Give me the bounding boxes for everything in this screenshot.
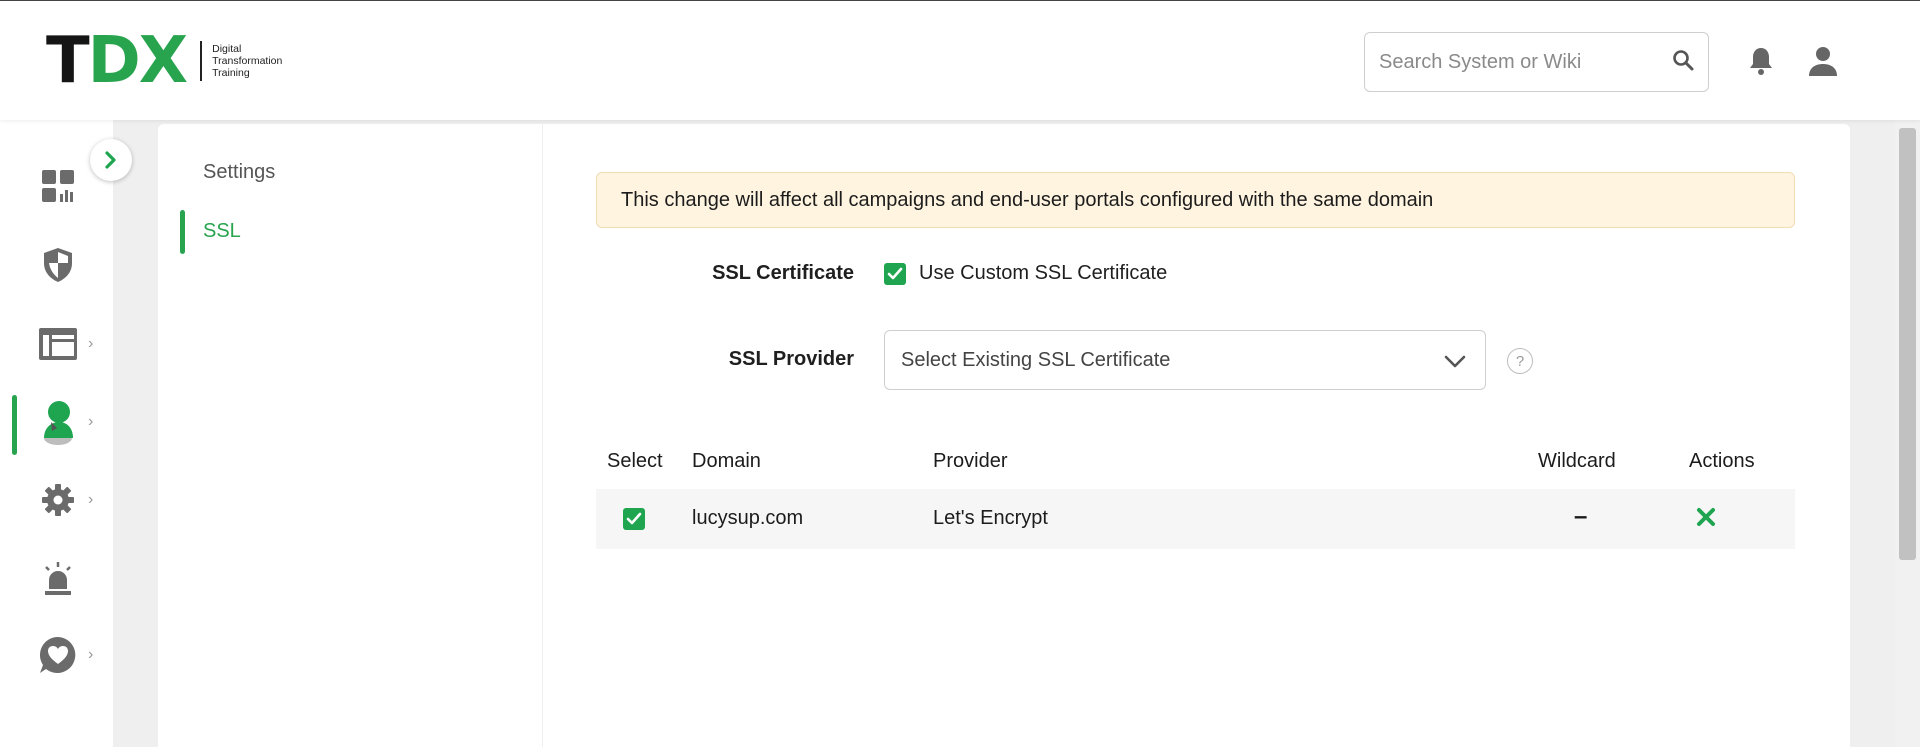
alarm-icon xyxy=(38,558,78,598)
heart-chat-icon xyxy=(38,635,78,675)
logo-subtitle: Digital Transformation Training xyxy=(200,41,282,81)
use-custom-ssl-checkbox[interactable] xyxy=(884,262,906,285)
active-indicator xyxy=(180,210,185,254)
rail-item-security[interactable] xyxy=(0,235,113,295)
rail-item-alerts[interactable] xyxy=(0,548,113,608)
dashboard-icon xyxy=(38,166,78,206)
shield-icon xyxy=(38,245,78,285)
sidebar-expand-button[interactable] xyxy=(90,139,132,181)
check-icon xyxy=(626,512,642,525)
row-provider: Let's Encrypt xyxy=(933,507,1048,529)
row-domain: lucysup.com xyxy=(692,507,804,529)
use-custom-ssl-label[interactable]: Use Custom SSL Certificate xyxy=(919,262,1167,285)
search-icon[interactable] xyxy=(1672,49,1694,76)
rail-item-layout[interactable]: › xyxy=(0,314,113,374)
row-select-checkbox[interactable] xyxy=(623,508,645,530)
column-header-domain: Domain xyxy=(692,450,761,472)
column-header-select: Select xyxy=(607,450,663,472)
page-scrollbar[interactable] xyxy=(1895,120,1920,747)
column-header-wildcard: Wildcard xyxy=(1538,450,1616,472)
tdx-logo[interactable]: TDX Digital Transformation Training xyxy=(46,24,282,98)
gear-icon xyxy=(38,480,78,520)
top-header: TDX Digital Transformation Training xyxy=(0,0,1920,120)
check-icon xyxy=(887,267,903,279)
search-input[interactable] xyxy=(1379,50,1672,74)
ssl-provider-value: Select Existing SSL Certificate xyxy=(901,348,1171,371)
layout-icon xyxy=(38,324,78,364)
use-custom-ssl-checkbox-row[interactable]: Use Custom SSL Certificate xyxy=(884,262,1167,285)
settings-subnav: Settings SSL xyxy=(158,124,542,747)
table-row: lucysup.com Let's Encrypt – xyxy=(596,489,1795,549)
chevron-right-icon: › xyxy=(88,646,94,663)
warning-alert: This change will affect all campaigns an… xyxy=(596,172,1795,228)
scrollbar-thumb[interactable] xyxy=(1899,128,1916,560)
search-box[interactable] xyxy=(1364,32,1709,92)
chevron-right-icon: › xyxy=(88,491,94,508)
icon-rail: › › › › xyxy=(0,120,113,747)
column-header-provider: Provider xyxy=(933,450,1008,472)
chevron-right-icon xyxy=(105,151,116,169)
chevron-down-icon xyxy=(1444,355,1466,368)
ssl-settings-panel: This change will affect all campaigns an… xyxy=(543,124,1850,747)
subnav-title[interactable]: Settings xyxy=(203,161,275,184)
subnav-item-ssl[interactable]: SSL xyxy=(203,220,241,243)
rail-item-phishing[interactable]: › xyxy=(0,392,113,455)
row-wildcard: – xyxy=(1574,503,1588,530)
user-account-icon[interactable] xyxy=(1805,43,1841,79)
ssl-provider-select[interactable]: Select Existing SSL Certificate xyxy=(884,330,1486,390)
bell-icon[interactable] xyxy=(1743,43,1779,79)
rail-item-settings[interactable]: › xyxy=(0,470,113,530)
user-phishing-icon xyxy=(38,401,78,445)
ssl-provider-label: SSL Provider xyxy=(728,348,854,370)
delete-icon[interactable] xyxy=(1696,507,1716,532)
rail-item-awareness[interactable]: › xyxy=(0,625,113,685)
column-header-actions: Actions xyxy=(1689,450,1755,472)
ssl-certificate-label: SSL Certificate xyxy=(712,262,854,284)
logo-mark: TDX xyxy=(46,24,188,98)
help-icon[interactable]: ? xyxy=(1507,348,1533,374)
chevron-right-icon: › xyxy=(88,335,94,352)
chevron-right-icon: › xyxy=(88,413,94,430)
